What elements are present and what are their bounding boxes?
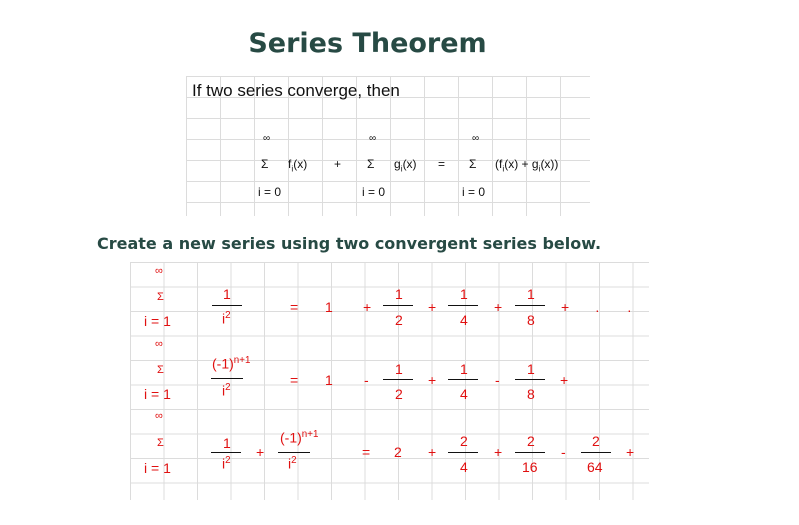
infinity-symbol: ∞ (155, 338, 163, 350)
numerator: (-1)n+1 (280, 429, 319, 446)
term-f: fi(x) (288, 157, 308, 174)
sigma-symbol: Σ (367, 157, 375, 171)
denominator: 4 (460, 312, 468, 328)
numerator: 2 (592, 433, 600, 449)
equals-sign: = (438, 157, 446, 171)
lead-term: 1 (325, 372, 333, 388)
lead-term: 2 (394, 444, 402, 460)
lower-limit: i = 0 (258, 185, 282, 199)
numerator: 2 (527, 433, 535, 449)
ellipsis-dot: · (595, 302, 600, 318)
sigma-symbol: Σ (157, 437, 164, 449)
numerator: 1 (395, 361, 403, 377)
infinity-symbol: ∞ (369, 133, 377, 144)
equals-sign: = (290, 372, 299, 388)
denominator: 4 (460, 459, 468, 475)
infinity-symbol: ∞ (155, 265, 163, 277)
minus-sign: - (364, 372, 369, 388)
denominator: 16 (522, 459, 538, 475)
lead-term: 1 (325, 299, 333, 315)
denominator: i2 (222, 455, 231, 472)
lower-limit: i = 0 (462, 185, 486, 199)
ellipsis-dot: · (627, 302, 632, 318)
infinity-symbol: ∞ (263, 133, 271, 144)
denominator: 2 (395, 312, 403, 328)
page-title: Series Theorem (248, 28, 487, 59)
denominator: i2 (222, 310, 231, 327)
plus-sign: + (560, 372, 569, 388)
numerator: 1 (527, 361, 535, 377)
infinity-symbol: ∞ (155, 410, 163, 422)
numerator: 1 (527, 286, 535, 302)
lower-limit: i = 1 (144, 313, 171, 329)
denominator: 64 (587, 459, 603, 475)
section-subtitle: Create a new series using two convergent… (97, 234, 602, 253)
denominator: 8 (527, 386, 535, 402)
term-sum: (fi(x) + gi(x)) (495, 157, 559, 174)
denominator: 2 (395, 386, 403, 402)
plus-sign: + (626, 444, 635, 460)
sigma-symbol: Σ (469, 157, 477, 171)
term-g: gi(x) (394, 157, 417, 174)
infinity-symbol: ∞ (472, 133, 480, 144)
intro-text: If two series converge, then (192, 81, 400, 100)
plus-sign: + (334, 157, 342, 171)
plus-sign: + (494, 299, 503, 315)
numerator: 1 (460, 286, 468, 302)
numerator: (-1)n+1 (212, 355, 251, 372)
plus-sign: + (428, 444, 437, 460)
minus-sign: - (561, 444, 566, 460)
numerator: 1 (223, 286, 231, 302)
plus-sign: + (494, 444, 503, 460)
examples-grid (130, 262, 649, 500)
denominator: 4 (460, 386, 468, 402)
plus-sign: + (561, 299, 570, 315)
numerator: 1 (460, 361, 468, 377)
numerator: 1 (223, 435, 231, 451)
lower-limit: i = 1 (144, 460, 171, 476)
sigma-symbol: Σ (157, 364, 164, 376)
lower-limit: i = 1 (144, 386, 171, 402)
equals-sign: = (362, 444, 371, 460)
plus-sign: + (428, 372, 437, 388)
denominator: i2 (222, 382, 231, 399)
sigma-symbol: Σ (261, 157, 269, 171)
plus-sign: + (363, 299, 372, 315)
numerator: 2 (460, 433, 468, 449)
denominator: i2 (288, 455, 297, 472)
numerator: 1 (395, 286, 403, 302)
sigma-symbol: Σ (157, 291, 164, 303)
equals-sign: = (290, 299, 299, 315)
plus-sign: + (428, 299, 437, 315)
lower-limit: i = 0 (362, 185, 386, 199)
denominator: 8 (527, 312, 535, 328)
minus-sign: - (495, 372, 500, 388)
plus-sign: + (256, 444, 265, 460)
